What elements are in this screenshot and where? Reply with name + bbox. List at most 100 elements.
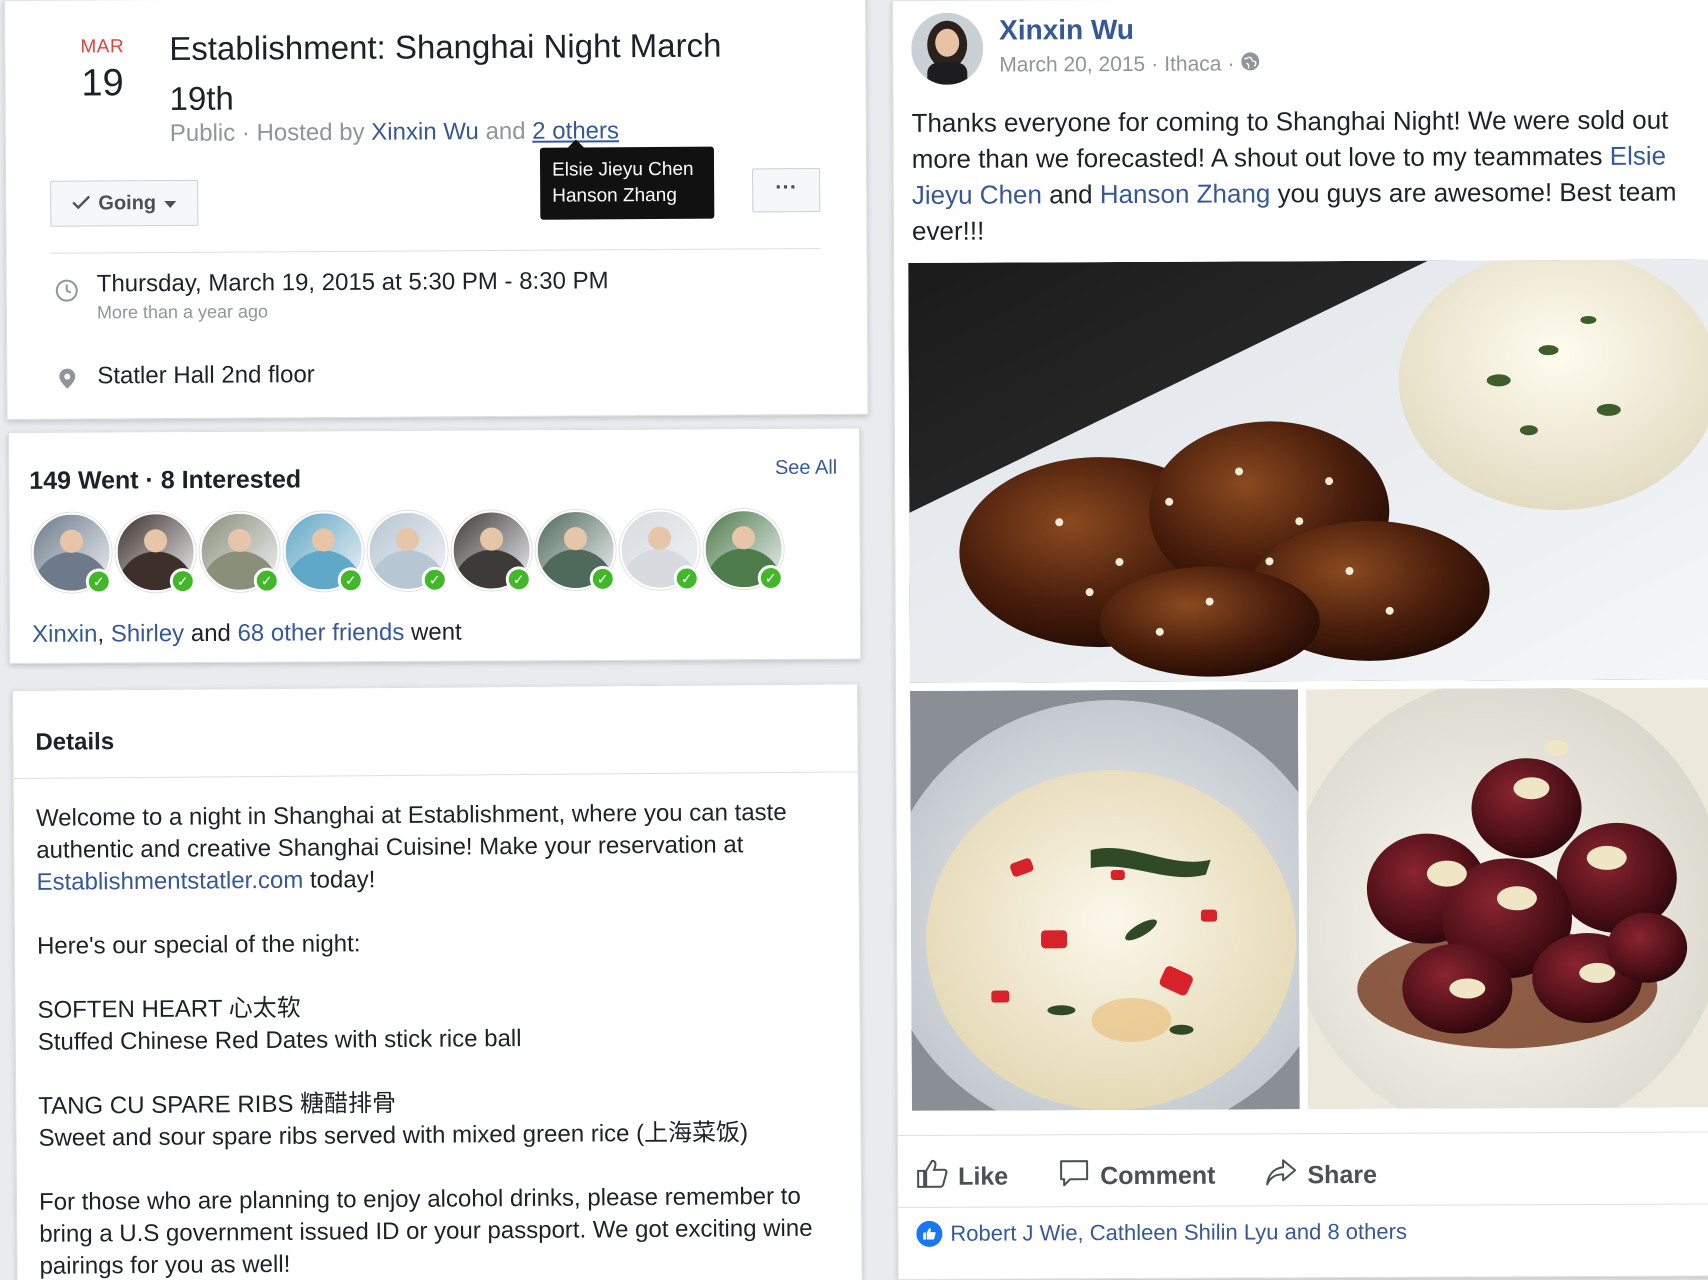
- interested-count: 8 Interested: [160, 465, 302, 495]
- comment-icon: [1058, 1158, 1090, 1195]
- reactions-summary[interactable]: Robert J Wie, Cathleen Shilin Lyu and 8 …: [916, 1219, 1407, 1247]
- attendee-avatar[interactable]: ✓: [535, 509, 616, 592]
- post-text: Thanks everyone for coming to Shanghai N…: [911, 101, 1708, 248]
- separator-dot: ·: [1227, 52, 1235, 76]
- photo-stuffed-red-dates[interactable]: [1306, 687, 1708, 1110]
- friend-link[interactable]: Xinxin: [32, 621, 98, 648]
- went-check-icon: ✓: [253, 567, 280, 594]
- went-check-icon: ✓: [589, 565, 616, 592]
- attendee-avatar[interactable]: ✓: [619, 509, 700, 592]
- mention-link[interactable]: Hanson Zhang: [1100, 178, 1271, 209]
- attendee-avatar[interactable]: ✓: [367, 510, 448, 593]
- details-header: Details: [13, 684, 858, 779]
- photo-spare-ribs[interactable]: [908, 259, 1708, 683]
- share-icon: [1265, 1157, 1297, 1194]
- going-label: Going: [98, 191, 157, 214]
- more-options-button[interactable]: ···: [752, 168, 821, 213]
- event-date-block: MAR 19: [77, 36, 127, 105]
- comma-text: ,: [97, 620, 105, 648]
- tooltip-name: Elsie Jieyu Chen: [551, 158, 694, 181]
- post-card: Xinxin Wu March 20, 2015 · Ithaca · Than…: [892, 0, 1708, 1280]
- went-check-icon: ✓: [673, 565, 700, 592]
- separator-dot: ·: [1151, 52, 1159, 76]
- globe-icon: [1240, 51, 1260, 77]
- and-text: and: [190, 619, 231, 648]
- friends-went-line: Xinxin, Shirley and 68 other friends wen…: [32, 619, 462, 649]
- went-check-icon: ✓: [505, 566, 532, 593]
- like-reaction-icon: [916, 1220, 943, 1247]
- see-all-link[interactable]: See All: [775, 457, 837, 480]
- and-text: and: [485, 117, 526, 146]
- dish-description: Sweet and sour spare ribs served with mi…: [38, 1119, 749, 1152]
- website-link[interactable]: Establishmentstatler.com: [36, 867, 303, 896]
- event-header-card: MAR 19 Establishment: Shanghai Night Mar…: [4, 0, 869, 420]
- details-intro: Welcome to a night in Shanghai at Establ…: [36, 797, 837, 899]
- caret-down-icon: [164, 191, 177, 214]
- details-body: Welcome to a night in Shanghai at Establ…: [36, 797, 840, 1280]
- event-date-day: 19: [81, 62, 124, 105]
- photo-mixed-green-rice[interactable]: [910, 689, 1300, 1111]
- dish-description: Stuffed Chinese Red Dates with stick ric…: [37, 1025, 522, 1056]
- author-avatar[interactable]: [911, 12, 984, 85]
- dish-1: SOFTEN HEART 心太软 Stuffed Chinese Red Dat…: [37, 989, 837, 1059]
- details-title: Details: [35, 728, 115, 756]
- reactions-text[interactable]: Robert J Wie, Cathleen Shilin Lyu and 8 …: [950, 1219, 1407, 1247]
- attendee-avatar[interactable]: ✓: [199, 511, 280, 594]
- attendee-avatar[interactable]: ✓: [31, 512, 112, 595]
- event-title: Establishment: Shanghai Night March 19th: [169, 26, 722, 117]
- like-button[interactable]: Like: [916, 1158, 1008, 1195]
- post-meta: March 20, 2015 · Ithaca ·: [999, 51, 1260, 78]
- comment-button[interactable]: Comment: [1058, 1157, 1216, 1195]
- other-friends-link[interactable]: 68 other friends: [237, 619, 404, 647]
- tooltip-name: Hanson Zhang: [552, 184, 677, 207]
- event-time-row: Thursday, March 19, 2015 at 5:30 PM - 8:…: [55, 267, 609, 323]
- attendance-summary: 149 Went · 8 Interested: [29, 465, 301, 495]
- event-location[interactable]: Statler Hall 2nd floor: [97, 361, 315, 390]
- went-check-icon: ✓: [85, 568, 112, 595]
- went-check-icon: ✓: [337, 567, 364, 594]
- event-hosted-line: Public · Hosted by Xinxin Wu and 2 other…: [170, 117, 619, 148]
- intro-text-end: today!: [309, 866, 376, 894]
- special-heading: Here's our special of the night:: [36, 930, 361, 960]
- event-privacy: Public: [169, 119, 236, 147]
- post-text-part: Thanks everyone for coming to Shanghai N…: [911, 104, 1669, 174]
- share-label: Share: [1307, 1160, 1378, 1189]
- event-datetime: Thursday, March 19, 2015 at 5:30 PM - 8:…: [96, 267, 609, 298]
- divider: [897, 1131, 1708, 1136]
- post-text-and: and: [1049, 179, 1093, 210]
- post-location[interactable]: Ithaca: [1164, 53, 1221, 77]
- alcohol-note: For those who are planning to enjoy alco…: [38, 1182, 813, 1280]
- went-check-icon: ✓: [421, 566, 448, 593]
- separator-dot: ·: [145, 466, 154, 495]
- attendee-avatars: ✓ ✓ ✓ ✓ ✓ ✓ ✓ ✓ ✓: [31, 508, 784, 595]
- event-relative-time: More than a year ago: [96, 301, 269, 323]
- check-icon: [72, 192, 91, 215]
- post-action-bar: Like Comment Share: [916, 1143, 1708, 1206]
- other-hosts-tooltip: Elsie Jieyu Chen Hanson Zhang: [539, 146, 715, 220]
- went-word: went: [410, 618, 462, 646]
- comment-label: Comment: [1100, 1161, 1216, 1190]
- share-button[interactable]: Share: [1265, 1156, 1377, 1193]
- dish-2: TANG CU SPARE RIBS 糖醋排骨 Sweet and sour s…: [38, 1085, 838, 1155]
- host-link[interactable]: Xinxin Wu: [371, 118, 479, 146]
- went-check-icon: ✓: [757, 564, 784, 592]
- friend-link[interactable]: Shirley: [111, 620, 184, 647]
- post-date[interactable]: March 20, 2015: [999, 53, 1145, 78]
- clock-icon: [55, 279, 79, 303]
- attendee-avatar[interactable]: ✓: [115, 512, 196, 595]
- hosted-by-text: · Hosted by: [241, 118, 365, 147]
- event-location-row: Statler Hall 2nd floor: [55, 361, 315, 391]
- details-card: Details Welcome to a night in Shanghai a…: [12, 683, 863, 1280]
- event-date-month: MAR: [80, 36, 125, 58]
- attendee-avatar[interactable]: ✓: [703, 508, 784, 592]
- attendee-avatar[interactable]: ✓: [451, 510, 532, 593]
- like-label: Like: [958, 1162, 1009, 1191]
- map-pin-icon: [55, 367, 79, 391]
- attendee-avatar[interactable]: ✓: [283, 511, 364, 594]
- went-count: 149 Went: [29, 466, 139, 495]
- divider: [50, 248, 821, 254]
- going-button[interactable]: Going: [50, 179, 199, 227]
- went-check-icon: ✓: [169, 568, 196, 595]
- author-name-link[interactable]: Xinxin Wu: [999, 14, 1134, 47]
- intro-text: Welcome to a night in Shanghai at Establ…: [35, 798, 787, 864]
